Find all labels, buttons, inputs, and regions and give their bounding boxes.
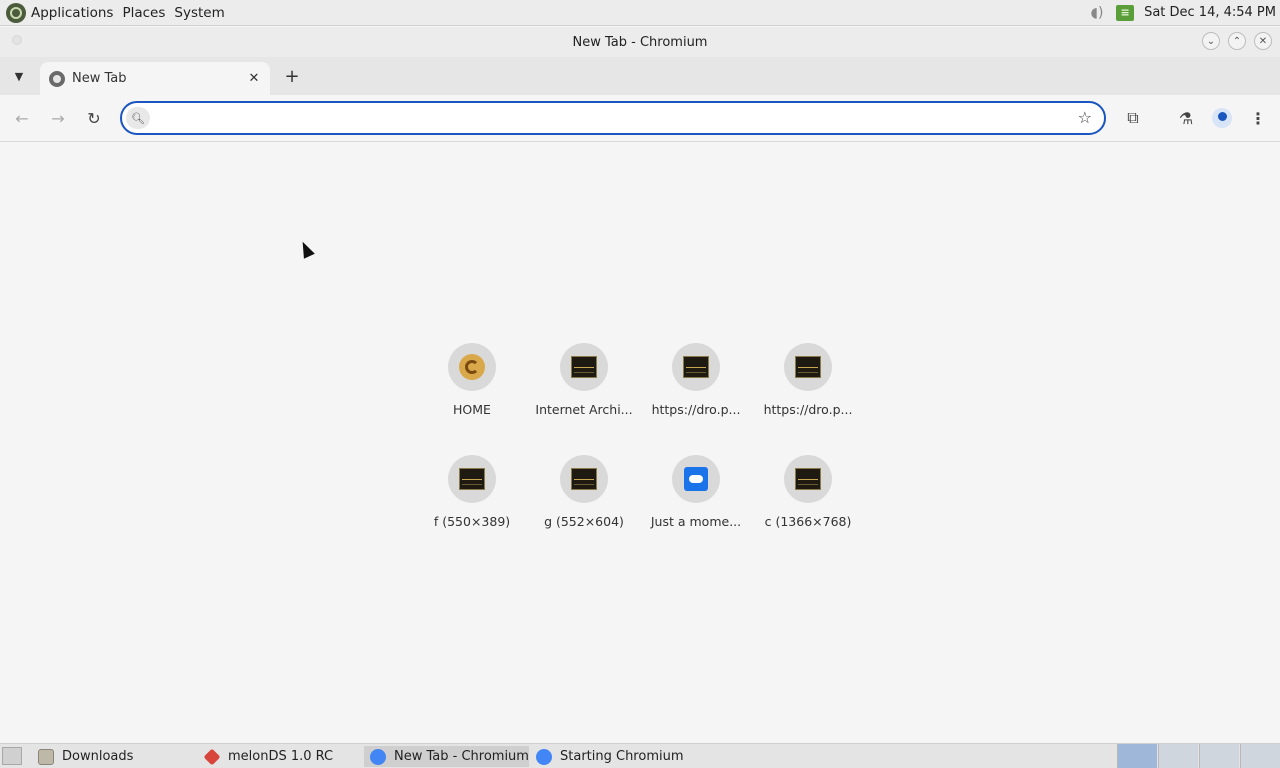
shortcut-tile[interactable]: https://dro.p...	[752, 343, 864, 443]
taskbar-item-label: New Tab - Chromium	[394, 749, 529, 764]
shortcut-favicon	[672, 455, 720, 503]
mouse-cursor	[297, 239, 315, 259]
workspace-1[interactable]	[1117, 744, 1157, 768]
bookmark-star-icon[interactable]: ☆	[1078, 108, 1092, 127]
workspace-4[interactable]	[1240, 744, 1280, 768]
thumbnail-icon	[571, 356, 597, 378]
shortcut-favicon	[560, 455, 608, 503]
profile-avatar-icon[interactable]	[1212, 108, 1232, 128]
shortcut-label: HOME	[453, 402, 491, 417]
menu-applications[interactable]: Applications	[31, 5, 113, 21]
workspace-2[interactable]	[1158, 744, 1198, 768]
taskbar-item-melonds[interactable]: melonDS 1.0 RC	[198, 746, 358, 767]
system-tray: ◖) ≡ Sat Dec 14, 4:54 PM	[1086, 0, 1280, 25]
thumbnail-icon	[795, 468, 821, 490]
shortcut-favicon	[448, 343, 496, 391]
workspace-3[interactable]	[1199, 744, 1239, 768]
show-desktop-icon[interactable]	[2, 747, 22, 765]
chromium-icon	[536, 748, 552, 765]
minimize-button[interactable]: ⌄	[1202, 32, 1220, 50]
taskbar-item-label: Downloads	[62, 749, 134, 764]
taskbar-item-label: Starting Chromium	[560, 749, 684, 764]
thumbnail-icon	[459, 468, 485, 490]
window-titlebar[interactable]: New Tab - Chromium ⌄ ⌃ ✕	[0, 27, 1280, 57]
network-icon[interactable]: ≡	[1116, 4, 1135, 21]
folder-icon	[38, 748, 54, 765]
shortcut-tile[interactable]: Internet Archi...	[528, 343, 640, 443]
tab-new-tab[interactable]: New Tab ✕	[40, 62, 270, 95]
shortcut-label: f (550×389)	[433, 514, 511, 529]
window-menu-icon[interactable]	[12, 35, 22, 45]
melonds-icon	[203, 748, 221, 765]
menu-places[interactable]: Places	[122, 5, 165, 21]
thumbnail-icon	[683, 356, 709, 378]
clock[interactable]: Sat Dec 14, 4:54 PM	[1144, 5, 1276, 20]
address-input[interactable]	[156, 108, 1056, 128]
thumbnail-icon	[795, 356, 821, 378]
shortcut-tile[interactable]: c (1366×768)	[752, 455, 864, 555]
shortcut-label: Internet Archi...	[535, 402, 633, 417]
blue-logo-icon	[684, 467, 708, 491]
new-tab-button[interactable]: +	[282, 66, 302, 87]
tab-title: New Tab	[72, 71, 127, 86]
shortcut-label: c (1366×768)	[764, 514, 852, 529]
forward-button[interactable]: →	[47, 107, 69, 129]
menu-system[interactable]: System	[174, 5, 224, 21]
close-window-button[interactable]: ✕	[1254, 32, 1272, 50]
shortcut-tile[interactable]: https://dro.p...	[640, 343, 752, 443]
taskbar-item-downloads[interactable]: Downloads	[32, 746, 192, 767]
shortcut-tile[interactable]: g (552×604)	[528, 455, 640, 555]
reload-button[interactable]: ↻	[83, 107, 105, 129]
home-logo-icon	[459, 354, 485, 380]
shortcut-favicon	[784, 343, 832, 391]
address-bar[interactable]: 🔍︎ ☆	[120, 101, 1106, 135]
maximize-button[interactable]: ⌃	[1228, 32, 1246, 50]
chromium-icon	[370, 748, 386, 765]
thumbnail-icon	[571, 468, 597, 490]
shortcut-tile[interactable]: HOME	[416, 343, 528, 443]
close-tab-icon[interactable]: ✕	[246, 70, 262, 86]
tab-search-button[interactable]: ▼	[9, 66, 29, 86]
shortcut-label: https://dro.p...	[651, 402, 741, 417]
bottom-taskbar: Downloads melonDS 1.0 RC New Tab - Chrom…	[0, 743, 1280, 768]
shortcut-label: g (552×604)	[544, 514, 624, 529]
shortcut-tile[interactable]: f (550×389)	[416, 455, 528, 555]
labs-flask-icon[interactable]: ⚗	[1175, 107, 1197, 129]
browser-toolbar: ← → ↻ 🔍︎ ☆ ⧉ ⚗ ⋮	[0, 95, 1280, 142]
taskbar-item-label: melonDS 1.0 RC	[228, 749, 334, 764]
tab-strip: ▼ New Tab ✕ +	[0, 57, 1280, 95]
globe-icon	[49, 70, 65, 87]
shortcut-label: https://dro.p...	[763, 402, 853, 417]
window-controls: ⌄ ⌃ ✕	[1202, 32, 1272, 50]
shortcut-label: Just a mome...	[650, 514, 742, 529]
taskbar-item-starting-chromium[interactable]: Starting Chromium	[530, 746, 695, 767]
extensions-icon[interactable]: ⧉	[1122, 107, 1144, 129]
shortcut-tile[interactable]: Just a mome...	[640, 455, 752, 555]
shortcut-favicon	[448, 455, 496, 503]
window-title: New Tab - Chromium	[572, 34, 708, 50]
shortcut-favicon	[560, 343, 608, 391]
distro-logo-icon[interactable]	[6, 2, 26, 23]
shortcut-favicon	[672, 343, 720, 391]
volume-icon[interactable]: ◖)	[1086, 4, 1108, 22]
top-panel: Applications Places System ◖) ≡ Sat Dec …	[0, 0, 1280, 26]
new-tab-page: HOME Internet Archi... https://dro.p... …	[0, 143, 1280, 743]
search-icon: 🔍︎	[126, 107, 150, 129]
shortcut-favicon	[784, 455, 832, 503]
taskbar-item-chromium[interactable]: New Tab - Chromium	[364, 746, 529, 767]
menu-kebab-icon[interactable]: ⋮	[1247, 107, 1269, 129]
back-button[interactable]: ←	[11, 107, 33, 129]
